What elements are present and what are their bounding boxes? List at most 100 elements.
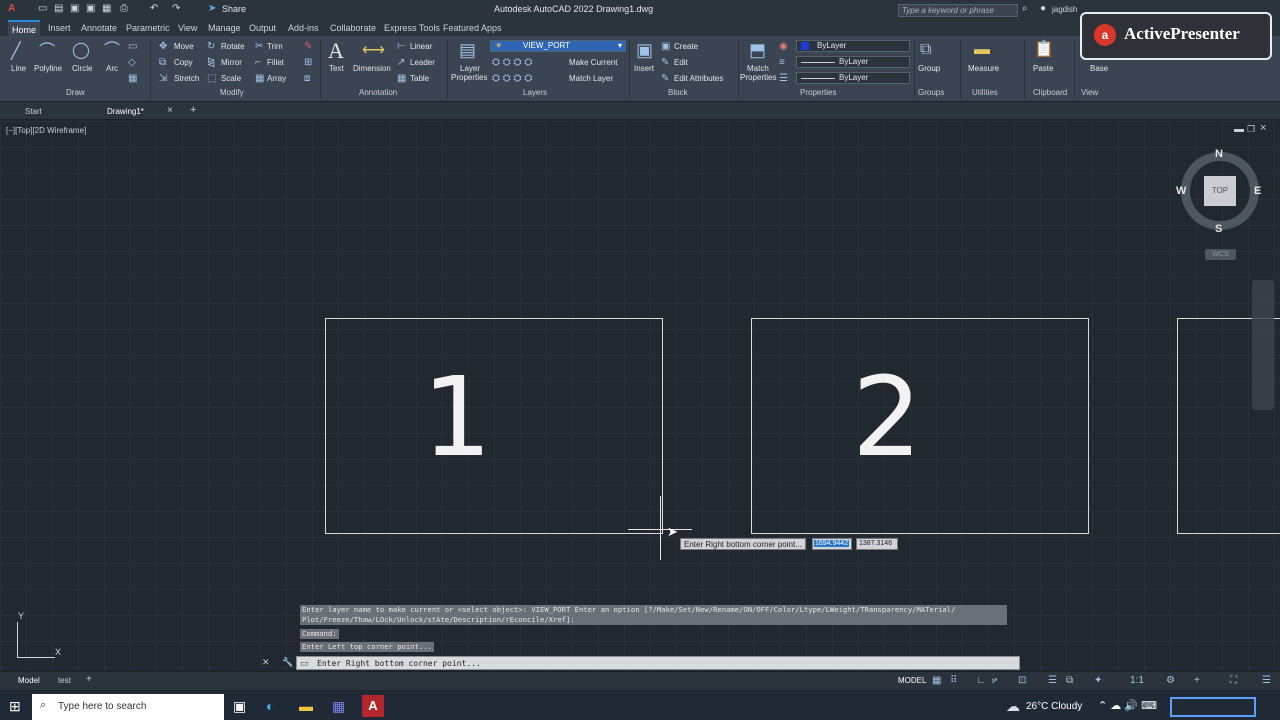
weather-text[interactable]: 26°C Cloudy [1026, 701, 1082, 712]
array-button[interactable]: Array [267, 74, 286, 83]
osnap-icon[interactable]: ⊡ [1018, 676, 1026, 686]
tab-home[interactable]: Home [8, 20, 41, 36]
offset-icon[interactable]: ⧈ [304, 74, 310, 84]
tab-insert[interactable]: Insert [48, 23, 71, 33]
new-file-icon[interactable]: ▭ [38, 3, 47, 14]
undo-icon[interactable]: ↶ [150, 3, 158, 14]
tab-model[interactable]: Model [18, 676, 40, 685]
customize-icon[interactable]: 🔧 [282, 657, 293, 668]
measure-button[interactable]: Measure [968, 64, 999, 73]
viewport-rectangle-1[interactable] [325, 318, 663, 534]
erase-icon[interactable]: ✎ [304, 42, 312, 52]
polyline-button[interactable]: Polyline [34, 64, 62, 73]
autocad-taskbar-icon[interactable]: A [362, 695, 384, 717]
print-icon[interactable]: ⎙ [120, 3, 128, 14]
workspace-gear-icon[interactable]: ⚙ [1166, 676, 1175, 686]
user-icon[interactable]: ● [1040, 3, 1046, 14]
tab-add-ins[interactable]: Add-ins [288, 23, 319, 33]
web-open-icon[interactable]: ▦ [102, 3, 111, 14]
tab-manage[interactable]: Manage [208, 23, 241, 33]
wcs-menu[interactable]: WCS [1205, 249, 1236, 260]
viewcube-top-face[interactable]: TOP [1204, 176, 1236, 206]
make-current-button[interactable]: Make Current [569, 58, 617, 67]
insert-button[interactable]: Insert [634, 64, 654, 73]
compass-west[interactable]: W [1176, 185, 1186, 197]
tab-collaborate[interactable]: Collaborate [330, 23, 376, 33]
file-explorer-icon[interactable]: ▬ [299, 697, 313, 715]
annotation-scale-icon[interactable]: 1:1 [1130, 676, 1144, 686]
match-properties-label-1[interactable]: Match [747, 64, 769, 73]
current-layer-dropdown[interactable]: ☀ VIEW_PORT ▾ [490, 40, 626, 52]
copy-button[interactable]: Copy [174, 58, 193, 67]
view-panel-title[interactable]: View [1081, 88, 1098, 97]
redo-icon[interactable]: ↷ [172, 3, 180, 14]
open-folder-icon[interactable]: ▤ [54, 3, 63, 14]
layer-tools-icon[interactable]: ⛭ ⛭ ⛭ ⛭ [492, 74, 532, 84]
clipboard-panel-title[interactable]: Clipboard [1033, 88, 1067, 97]
groups-panel-title[interactable]: Groups [918, 88, 944, 97]
match-layer-button[interactable]: Match Layer [569, 74, 613, 83]
minimize-icon[interactable]: ▬ [1234, 124, 1244, 135]
move-button[interactable]: Move [174, 42, 194, 51]
edit-block-button[interactable]: Edit [674, 58, 688, 67]
circle-icon[interactable]: ◯ [72, 43, 90, 59]
edge-browser-icon[interactable]: ◐ [266, 697, 274, 715]
layer-properties-label-2[interactable]: Properties [451, 73, 487, 82]
color-dropdown[interactable]: ByLayer [796, 40, 910, 52]
mirror-button[interactable]: Mirror [221, 58, 242, 67]
tab-layout-test[interactable]: test [58, 676, 71, 685]
group-button[interactable]: Group [918, 64, 940, 73]
add-icon[interactable]: + [1194, 676, 1200, 686]
system-tray-icons[interactable]: ⌃ ☁ 🔊 ⌨ [1098, 697, 1157, 715]
arc-button[interactable]: Arc [106, 64, 118, 73]
share-icon[interactable]: ➤ [208, 3, 216, 14]
linetype-dropdown[interactable]: ByLayer [796, 56, 910, 68]
draw-panel-title[interactable]: Draw [66, 88, 85, 97]
save-icon[interactable]: ▣ [70, 3, 79, 14]
linear-button[interactable]: Linear [410, 42, 432, 51]
table-button[interactable]: Table [410, 74, 429, 83]
compass-east[interactable]: E [1254, 185, 1261, 197]
dimension-button[interactable]: Dimension [353, 64, 391, 73]
stretch-button[interactable]: Stretch [174, 74, 199, 83]
grid-icon[interactable]: ▦ [932, 676, 941, 686]
task-view-icon[interactable]: ▣ [233, 697, 246, 715]
close-tab-icon[interactable]: × [167, 105, 173, 116]
create-block-button[interactable]: Create [674, 42, 698, 51]
lineweight-toggle-icon[interactable]: ☰ [1048, 676, 1057, 686]
rotate-button[interactable]: Rotate [221, 42, 245, 51]
search-icon[interactable]: ⌕ [1022, 3, 1028, 14]
teams-icon[interactable]: ▦ [332, 697, 345, 715]
save-as-icon[interactable]: ▣ [86, 3, 95, 14]
transparency-icon[interactable]: ⧉ [1066, 676, 1073, 686]
hatch-icon[interactable]: ◇ [128, 58, 136, 68]
snap-icon[interactable]: ⠿ [950, 676, 957, 686]
text-button[interactable]: Text [329, 64, 344, 73]
polyline-icon[interactable]: ⌒ [39, 44, 55, 60]
layer-properties-label-1[interactable]: Layer [460, 64, 480, 73]
trim-button[interactable]: Trim [267, 42, 283, 51]
keyword-search-input[interactable]: Type a keyword or phrase [898, 4, 1018, 17]
command-line-input[interactable]: ▭ Enter Right bottom corner point... [296, 656, 1020, 670]
navigation-bar[interactable] [1252, 280, 1274, 410]
new-layout-icon[interactable]: + [86, 674, 92, 685]
close-icon[interactable]: × [1260, 122, 1266, 134]
taskbar-search-input[interactable]: Type here to search [32, 694, 224, 720]
tab-output[interactable]: Output [249, 23, 276, 33]
polar-icon[interactable]: ⦬ [992, 676, 998, 686]
scale-button[interactable]: Scale [221, 74, 241, 83]
share-button[interactable]: Share [222, 4, 246, 14]
annotation-visibility-icon[interactable]: ✦ [1094, 676, 1102, 686]
windows-start-icon[interactable]: ⊞ [9, 697, 21, 715]
restore-icon[interactable]: ❐ [1247, 124, 1255, 135]
explode-icon[interactable]: ⊞ [304, 58, 312, 68]
tab-parametric[interactable]: Parametric [126, 23, 170, 33]
autocad-logo-icon[interactable]: A [8, 3, 15, 14]
circle-button[interactable]: Circle [72, 64, 92, 73]
compass-north[interactable]: N [1215, 148, 1223, 160]
close-command-icon[interactable]: ✕ [262, 657, 270, 668]
lineweight-dropdown[interactable]: ByLayer [796, 72, 910, 84]
tab-view[interactable]: View [178, 23, 197, 33]
customization-menu-icon[interactable]: ☰ [1262, 676, 1271, 686]
modify-panel-title[interactable]: Modify [220, 88, 244, 97]
